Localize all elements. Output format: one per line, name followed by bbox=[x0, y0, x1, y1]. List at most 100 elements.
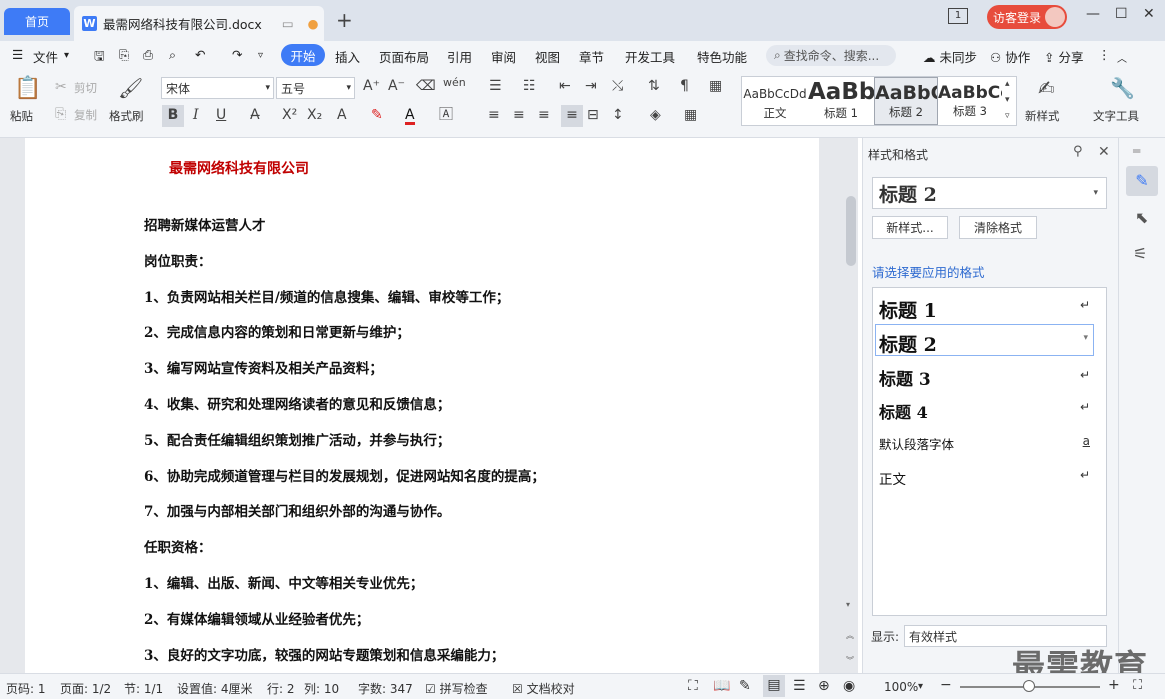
paste-icon[interactable]: 📋 bbox=[14, 78, 41, 100]
status-word-count[interactable]: 字数: 347 bbox=[358, 680, 413, 697]
doc-line[interactable]: 1、编辑、出版、新闻、中文等相关专业优先； bbox=[144, 572, 423, 592]
style-item-heading-4[interactable]: 标题 4 bbox=[879, 399, 928, 423]
distribute-icon[interactable]: ⊟ bbox=[587, 108, 599, 122]
print-preview-icon[interactable]: ⌕ bbox=[169, 47, 176, 63]
fit-page-icon[interactable]: ⛶ bbox=[1133, 678, 1142, 693]
company-heading[interactable]: 最需网络科技有限公司 bbox=[169, 158, 309, 178]
doc-line[interactable]: 2、有媒体编辑领域从业经验者优先； bbox=[144, 608, 369, 628]
tab-chapter[interactable]: 章节 bbox=[579, 47, 604, 66]
chevron-down-icon[interactable]: ▾ bbox=[64, 50, 69, 61]
zoom-slider-thumb[interactable] bbox=[1023, 680, 1035, 692]
font-color-icon[interactable]: A bbox=[405, 108, 415, 125]
save-icon[interactable]: 🖫 bbox=[94, 47, 105, 68]
underline-icon[interactable]: U bbox=[216, 108, 226, 122]
close-button[interactable]: ✕ bbox=[1143, 6, 1155, 22]
chevron-down-icon[interactable]: ▾ bbox=[1083, 333, 1088, 343]
justify-icon[interactable]: ≡ bbox=[561, 105, 583, 127]
close-pane-icon[interactable]: ✕ bbox=[1098, 144, 1110, 160]
export-icon[interactable]: ⎘ bbox=[119, 47, 129, 63]
scroll-down-icon[interactable]: ▾ bbox=[846, 600, 850, 609]
fullscreen-icon[interactable]: ⛶ bbox=[688, 678, 698, 694]
cut-button[interactable]: 剪切 bbox=[74, 80, 97, 96]
sync-status[interactable]: ☁ 未同步 bbox=[923, 47, 977, 66]
doc-line[interactable]: 7、加强与内部相关部门和组织外部的沟通与协作。 bbox=[144, 500, 450, 520]
copy-icon[interactable]: ⎘ bbox=[55, 107, 66, 121]
subscript-icon[interactable]: X₂ bbox=[307, 108, 322, 122]
status-setting[interactable]: 设置值: 4厘米 bbox=[177, 680, 253, 697]
command-search[interactable]: ⌕ 查找命令、搜索... bbox=[766, 45, 896, 66]
clear-format-button[interactable]: 清除格式 bbox=[959, 216, 1037, 239]
tab-review[interactable]: 审阅 bbox=[491, 47, 516, 66]
copy-button[interactable]: 复制 bbox=[74, 107, 97, 123]
borders-icon[interactable]: ▦ bbox=[684, 108, 697, 122]
doc-line[interactable]: 6、协助完成频道管理与栏目的发展规划，促进网站知名度的提高； bbox=[144, 465, 545, 485]
style-item-heading-3[interactable]: 标题 3 bbox=[879, 365, 931, 390]
undo-icon[interactable]: ↶ bbox=[195, 47, 205, 62]
style-heading-2[interactable]: AaBbC 标题 2 bbox=[874, 77, 938, 125]
doc-line[interactable]: 4、收集、研究和处理网络读者的意见和反馈信息； bbox=[144, 393, 450, 413]
font-name-select[interactable]: 宋体 ▾ bbox=[161, 77, 274, 99]
status-section[interactable]: 节: 1/1 bbox=[124, 680, 163, 697]
align-right-icon[interactable]: ≡ bbox=[538, 108, 550, 122]
style-normal[interactable]: AaBbCcDd 正文 bbox=[742, 77, 808, 125]
paste-button[interactable]: 粘贴 bbox=[10, 108, 33, 124]
italic-icon[interactable]: I bbox=[193, 108, 199, 122]
decrease-indent-icon[interactable]: ⇤ bbox=[559, 79, 571, 93]
quick-access-dropdown-icon[interactable]: ▿ bbox=[258, 50, 263, 61]
gallery-up-icon[interactable]: ▴ bbox=[1005, 80, 1010, 89]
zoom-dropdown-icon[interactable]: ▾ bbox=[918, 681, 923, 692]
tab-insert[interactable]: 插入 bbox=[335, 47, 360, 66]
prev-page-icon[interactable]: ︽ bbox=[846, 630, 854, 641]
cut-icon[interactable]: ✂ bbox=[55, 80, 67, 94]
text-tools-button[interactable]: 文字工具 bbox=[1093, 108, 1139, 124]
document-tab[interactable]: W 最需网络科技有限公司.docx ▭ ● bbox=[74, 6, 324, 41]
highlight-icon[interactable]: ✎ bbox=[371, 108, 383, 122]
style-item-heading-1[interactable]: 标题 1 bbox=[879, 296, 937, 323]
style-heading-3[interactable]: AaBbCc 标题 3 bbox=[938, 77, 1002, 125]
new-style-pane-button[interactable]: 新样式... bbox=[872, 216, 948, 239]
clear-format-icon[interactable]: ⌫ bbox=[416, 79, 436, 93]
doc-line[interactable]: 岗位职责： bbox=[144, 250, 212, 270]
grow-font-icon[interactable]: A⁺ bbox=[363, 79, 380, 93]
scrollbar-thumb[interactable] bbox=[846, 196, 856, 266]
line-spacing-icon[interactable]: ↕ bbox=[612, 108, 624, 122]
collapse-ribbon-icon[interactable]: ︿ bbox=[1117, 50, 1127, 65]
align-center-icon[interactable]: ≡ bbox=[513, 108, 525, 122]
doc-line[interactable]: 1、负责网站相关栏目/频道的信息搜集、编辑、审校等工作； bbox=[144, 286, 509, 306]
doc-line[interactable]: 5、配合责任编辑组织策划推广活动，并参与执行； bbox=[144, 429, 450, 449]
share-button[interactable]: ⇪ 分享 bbox=[1044, 47, 1083, 66]
style-item-heading-2[interactable]: 标题 2 bbox=[879, 330, 937, 357]
status-page-number[interactable]: 页码: 1 bbox=[6, 680, 46, 697]
doc-line[interactable]: 3、良好的文字功底，较强的网站专题策划和信息采编能力； bbox=[144, 644, 504, 664]
style-heading-1[interactable]: AaBb 标题 1 bbox=[808, 77, 874, 125]
tab-view[interactable]: 视图 bbox=[535, 47, 560, 66]
more-icon[interactable]: ⋮ bbox=[1098, 47, 1111, 62]
new-style-button[interactable]: 新样式 bbox=[1025, 108, 1060, 124]
drag-handle-icon[interactable]: ═ bbox=[1133, 144, 1140, 158]
char-border-icon[interactable]: 🄰 bbox=[439, 108, 453, 122]
tab-developer[interactable]: 开发工具 bbox=[625, 47, 675, 66]
web-view-icon[interactable]: ⊕ bbox=[818, 678, 830, 694]
outline-view-icon[interactable]: ☰ bbox=[793, 678, 806, 694]
format-painter-button[interactable]: 格式刷 bbox=[109, 108, 144, 124]
doc-line[interactable]: 招聘新媒体运营人才 bbox=[144, 214, 266, 234]
pane-title[interactable]: 样式和格式 bbox=[868, 146, 928, 163]
next-page-icon[interactable]: ︾ bbox=[846, 655, 854, 666]
shrink-font-icon[interactable]: A⁻ bbox=[388, 79, 405, 93]
sort-icon[interactable]: ⇅ bbox=[648, 79, 660, 93]
tab-page-layout[interactable]: 页面布局 bbox=[379, 47, 429, 66]
shading-icon[interactable]: ◈ bbox=[650, 108, 661, 122]
print-icon[interactable]: ⎙ bbox=[143, 47, 153, 63]
show-marks-icon[interactable]: ¶ bbox=[680, 79, 689, 93]
login-button[interactable]: 访客登录 bbox=[987, 5, 1067, 29]
read-mode-icon[interactable]: 📖 bbox=[713, 678, 730, 694]
wrench-icon[interactable]: 🔧 bbox=[1110, 78, 1135, 98]
bold-icon[interactable]: B bbox=[162, 105, 184, 127]
edit-mode-icon[interactable]: ✎ bbox=[739, 678, 751, 694]
monitor-icon[interactable]: ▭ bbox=[282, 16, 294, 31]
home-tab[interactable]: 首页 bbox=[4, 8, 70, 35]
font-size-select[interactable]: 五号 ▾ bbox=[276, 77, 355, 99]
status-row[interactable]: 行: 2 bbox=[267, 680, 295, 697]
minimize-button[interactable]: — bbox=[1086, 6, 1100, 22]
select-cursor-icon[interactable]: ⬉ bbox=[1135, 208, 1148, 227]
